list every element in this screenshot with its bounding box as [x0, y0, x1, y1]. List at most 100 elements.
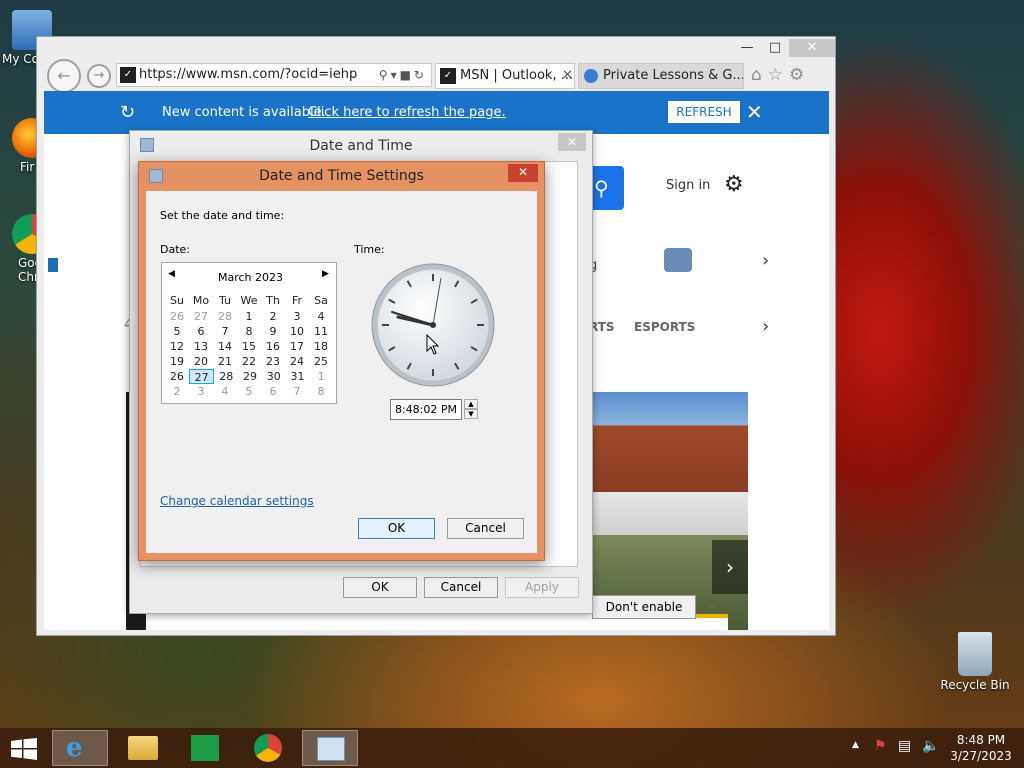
volume-muted-icon[interactable]: 🔈	[922, 738, 939, 754]
calendar-day[interactable]: 2	[261, 309, 285, 324]
calendar-week: 26 27 28 1 2 3 4	[165, 309, 333, 324]
apply-button[interactable]: Apply	[505, 577, 579, 598]
chevron-right-icon[interactable]: ›	[762, 250, 769, 271]
calendar-day[interactable]: 1	[237, 309, 261, 324]
calendar-day[interactable]: 4	[309, 309, 333, 324]
infobar-refresh-link[interactable]: Click here to refresh the page.	[308, 91, 506, 134]
maximize-button[interactable]: □	[761, 39, 789, 57]
taskbar-ie[interactable]: e	[52, 730, 108, 766]
cancel-button[interactable]: Cancel	[424, 577, 498, 598]
calendar-day[interactable]: 20	[189, 354, 213, 369]
calendar-day[interactable]: 13	[189, 339, 213, 354]
calendar-day[interactable]: 23	[261, 354, 285, 369]
calendar-day[interactable]: 18	[309, 339, 333, 354]
calendar-day[interactable]: 28	[213, 309, 237, 324]
tab-private-lessons[interactable]: Private Lessons & G...	[578, 63, 744, 89]
calendar-day[interactable]: 15	[237, 339, 261, 354]
calendar-day[interactable]: 7	[285, 384, 309, 399]
calendar-day-selected[interactable]: 27	[188, 369, 215, 384]
minimize-button[interactable]: —	[733, 39, 761, 57]
taskbar-store[interactable]	[177, 730, 233, 766]
notification-close-icon[interactable]: ✕	[707, 600, 718, 615]
weekday-label: Th	[266, 294, 280, 307]
calendar-day[interactable]: 19	[165, 354, 189, 369]
calendar-day[interactable]: 22	[237, 354, 261, 369]
calendar-day[interactable]: 10	[285, 324, 309, 339]
calendar-day[interactable]: 16	[261, 339, 285, 354]
calendar-day[interactable]: 8	[237, 324, 261, 339]
calendar-day[interactable]: 4	[213, 384, 237, 399]
calendar-day[interactable]: 31	[286, 369, 310, 384]
time-down-icon[interactable]: ▼	[464, 409, 478, 419]
calendar-day[interactable]: 29	[238, 369, 262, 384]
calendar-day[interactable]: 28	[214, 369, 238, 384]
chevron-right-icon[interactable]: ›	[762, 316, 769, 337]
calendar-day[interactable]: 6	[189, 324, 213, 339]
refresh-button[interactable]: REFRESH	[668, 101, 740, 123]
back-button[interactable]: ←	[47, 59, 81, 93]
action-center-flag-icon[interactable]: ⚑	[874, 738, 887, 754]
taskbar-chrome[interactable]	[240, 730, 296, 766]
taskbar-file-explorer[interactable]	[115, 730, 171, 766]
calendar-day[interactable]: 3	[189, 384, 213, 399]
prev-month-icon[interactable]: ◀	[168, 269, 175, 279]
start-button[interactable]	[0, 730, 48, 766]
settings-gear-icon[interactable]: ⚙	[789, 65, 810, 85]
calendar-day[interactable]: 3	[285, 309, 309, 324]
address-actions[interactable]: ⚲▾■↻	[379, 64, 427, 86]
dialog-close-button[interactable]: ✕	[508, 164, 538, 182]
cancel-button[interactable]: Cancel	[447, 518, 524, 539]
ok-button[interactable]: OK	[343, 577, 417, 598]
tab-msn[interactable]: ✓ MSN | Outlook, ... ✕	[435, 63, 575, 89]
calendar-day[interactable]: 26	[165, 309, 189, 324]
sign-in-link[interactable]: Sign in	[666, 178, 710, 193]
address-bar[interactable]: ✓ https://www.msn.com/?ocid=iehp ⚲▾■↻	[116, 63, 432, 87]
tab-close-icon[interactable]: ✕	[562, 64, 574, 88]
desktop-icon-recycle-bin[interactable]: Recycle Bin	[940, 632, 1010, 692]
nav-esports[interactable]: ESPORTS	[634, 320, 695, 334]
calendar-day[interactable]: 12	[165, 339, 189, 354]
calendar-day[interactable]: 21	[213, 354, 237, 369]
tab-label: Private Lessons & G...	[603, 68, 744, 83]
close-button[interactable]: ✕	[789, 39, 835, 57]
infobar-close-icon[interactable]: ✕	[746, 91, 763, 134]
calendar-day[interactable]: 1	[309, 369, 333, 384]
calendar-day[interactable]: 6	[261, 384, 285, 399]
calendar-day[interactable]: 7	[213, 324, 237, 339]
favorites-star-icon[interactable]: ☆	[768, 65, 789, 85]
settings-gear-icon[interactable]: ⚙	[724, 172, 744, 197]
calendar-day[interactable]: 5	[165, 324, 189, 339]
weekday-label: Sa	[314, 294, 328, 307]
calendar-day[interactable]: 27	[189, 309, 213, 324]
chrome-icon	[254, 734, 282, 762]
weekday-label: Mo	[192, 294, 210, 307]
calendar-day[interactable]: 24	[285, 354, 309, 369]
calendar-day[interactable]: 8	[309, 384, 333, 399]
forward-button[interactable]: →	[87, 64, 111, 88]
calendar-day[interactable]: 17	[285, 339, 309, 354]
carousel-next-button[interactable]: ›	[712, 540, 748, 594]
change-calendar-settings-link[interactable]: Change calendar settings	[160, 494, 314, 508]
next-month-icon[interactable]: ▶	[322, 269, 329, 279]
calendar-day[interactable]: 5	[237, 384, 261, 399]
calendar-day[interactable]: 26	[165, 369, 189, 384]
calendar-day[interactable]: 11	[309, 324, 333, 339]
taskbar-clock[interactable]: 8:48 PM 3/27/2023	[946, 732, 1016, 764]
network-icon[interactable]: ▤	[898, 738, 911, 754]
calendar-day[interactable]: 9	[261, 324, 285, 339]
time-up-icon[interactable]: ▲	[464, 399, 478, 409]
dont-enable-button[interactable]: Don't enable	[592, 595, 696, 619]
calendar-day[interactable]: 14	[213, 339, 237, 354]
calendar[interactable]: ◀ March 2023 ▶ Su Mo Tu We Th Fr Sa 26 2…	[161, 262, 337, 404]
time-input[interactable]: 8:48:02 PM	[390, 399, 462, 420]
calendar-day[interactable]: 30	[262, 369, 286, 384]
month-year-header[interactable]: March 2023	[218, 271, 283, 284]
home-icon[interactable]: ⌂	[751, 65, 768, 85]
msn-favicon-icon: ✓	[120, 67, 136, 83]
dialog-close-button[interactable]: ✕	[558, 133, 586, 151]
ok-button[interactable]: OK	[358, 518, 435, 539]
calendar-day[interactable]: 2	[165, 384, 189, 399]
show-hidden-icons-icon[interactable]: ▲	[852, 740, 859, 750]
taskbar-date-time[interactable]	[302, 730, 358, 766]
calendar-day[interactable]: 25	[309, 354, 333, 369]
